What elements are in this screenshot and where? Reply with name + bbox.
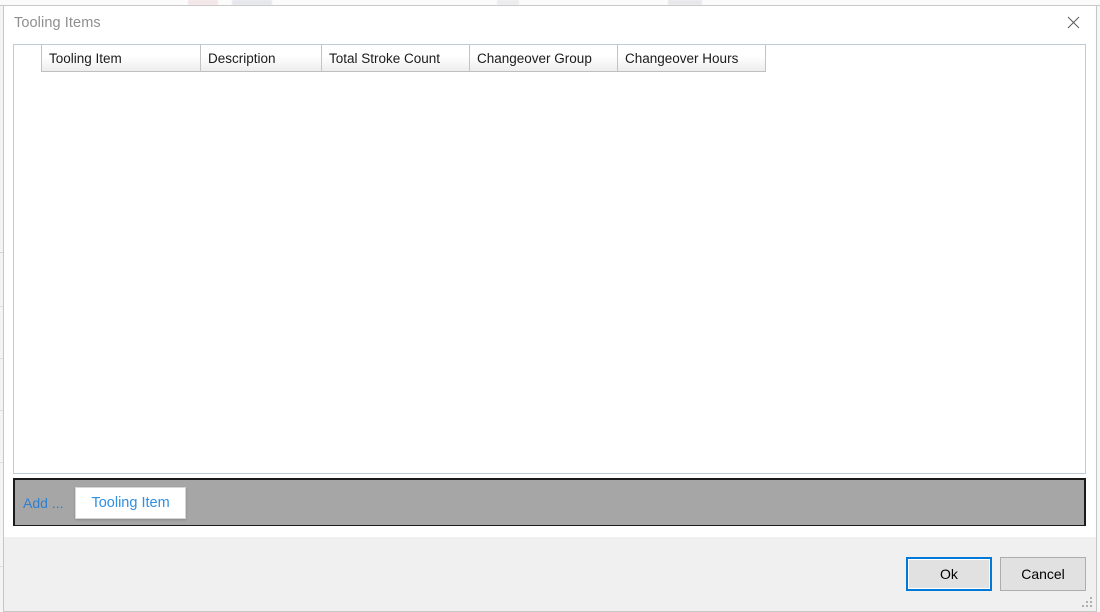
cancel-button-label: Cancel bbox=[1021, 566, 1065, 582]
column-header-changeover-hours[interactable]: Changeover Hours bbox=[618, 45, 766, 72]
dialog-title: Tooling Items bbox=[14, 14, 101, 31]
tooling-items-dialog: Tooling Items Tooling Item Description T… bbox=[3, 6, 1097, 612]
column-header-tooling-item[interactable]: Tooling Item bbox=[41, 45, 201, 72]
cancel-button[interactable]: Cancel bbox=[1000, 557, 1086, 591]
close-icon bbox=[1067, 16, 1079, 29]
column-header-label: Tooling Item bbox=[49, 50, 122, 66]
column-header-changeover-group[interactable]: Changeover Group bbox=[470, 45, 618, 72]
column-header-label: Changeover Group bbox=[477, 50, 592, 66]
add-tooling-item-button-label: Tooling Item bbox=[91, 494, 170, 511]
column-header-label: Description bbox=[208, 50, 276, 66]
ok-button[interactable]: Ok bbox=[906, 557, 992, 591]
column-header-label: Changeover Hours bbox=[625, 50, 739, 66]
add-tooling-item-button[interactable]: Tooling Item bbox=[75, 486, 186, 519]
grid-empty-body[interactable] bbox=[14, 72, 1085, 473]
ok-button-label: Ok bbox=[940, 566, 958, 582]
resize-grip-icon[interactable] bbox=[1081, 596, 1094, 609]
column-header-description[interactable]: Description bbox=[201, 45, 322, 72]
dialog-content: Tooling Item Description Total Stroke Co… bbox=[4, 39, 1096, 537]
desktop-backdrop: Tooling Items Tooling Item Description T… bbox=[0, 0, 1100, 612]
close-button[interactable] bbox=[1050, 6, 1096, 39]
tooling-items-grid[interactable]: Tooling Item Description Total Stroke Co… bbox=[13, 44, 1086, 474]
column-header-total-stroke-count[interactable]: Total Stroke Count bbox=[322, 45, 470, 72]
dialog-footer: Ok Cancel bbox=[4, 537, 1096, 611]
dialog-titlebar[interactable]: Tooling Items bbox=[4, 6, 1096, 39]
grid-header-row: Tooling Item Description Total Stroke Co… bbox=[14, 45, 1085, 72]
add-label: Add ... bbox=[23, 494, 64, 511]
column-header-label: Total Stroke Count bbox=[329, 50, 441, 66]
grid-command-toolbar: Add ... Tooling Item bbox=[13, 478, 1086, 526]
